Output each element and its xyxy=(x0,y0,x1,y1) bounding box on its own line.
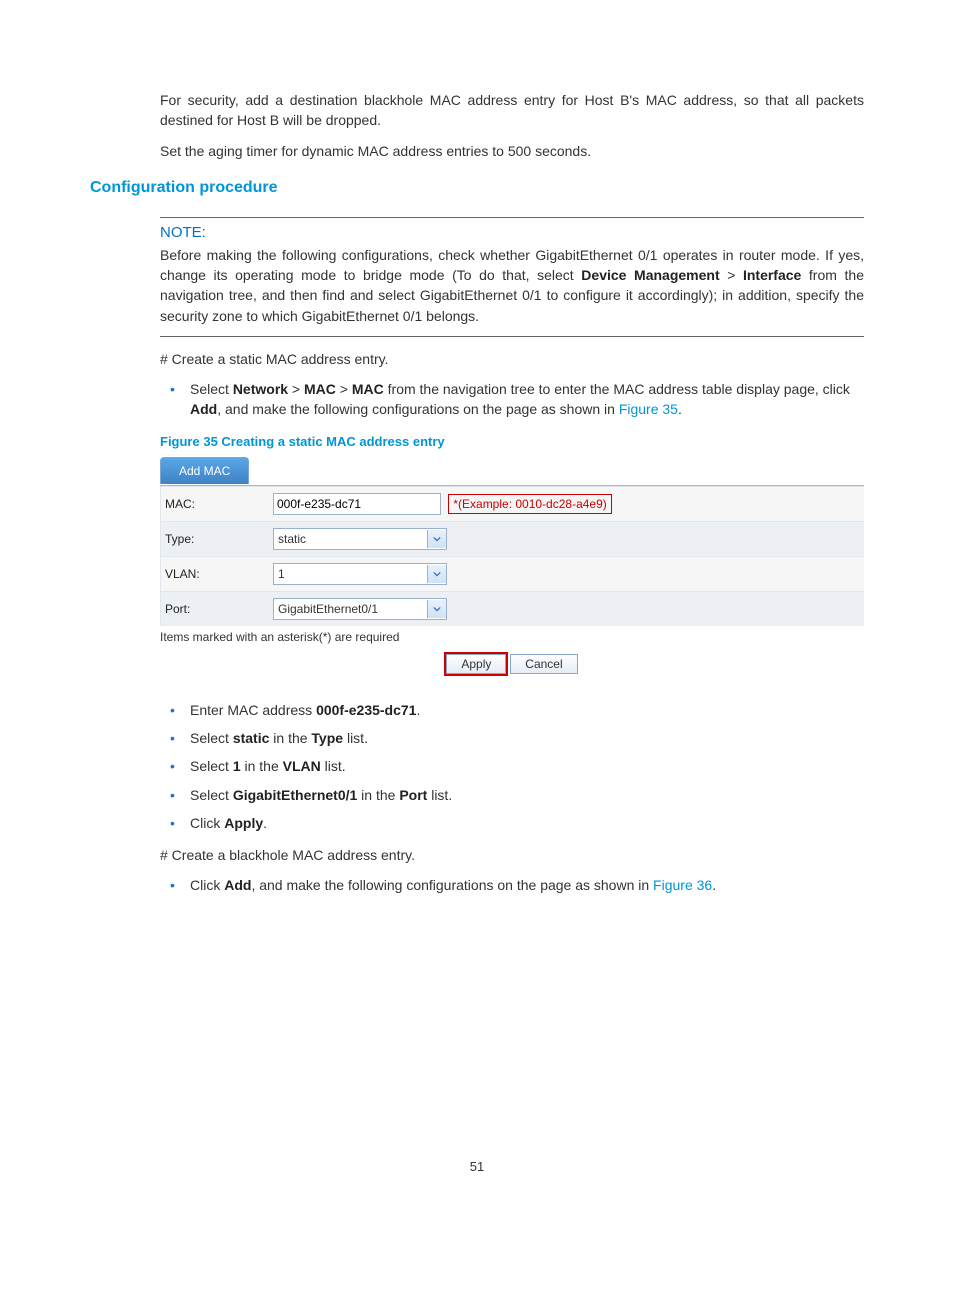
chevron-down-icon xyxy=(427,565,446,583)
step-create-static: # Create a static MAC address entry. xyxy=(160,351,864,367)
list-item: Select static in the Type list. xyxy=(160,724,864,752)
port-select[interactable]: GigabitEthernet0/1 xyxy=(273,598,447,620)
row-vlan: VLAN: 1 xyxy=(161,556,865,591)
vlan-label: VLAN: xyxy=(161,556,270,591)
mac-input[interactable] xyxy=(273,493,441,515)
section-heading: Configuration procedure xyxy=(90,179,864,197)
row-port: Port: GigabitEthernet0/1 xyxy=(161,591,865,626)
row-mac: MAC: *(Example: 0010-dc28-a4e9) xyxy=(161,486,865,521)
mac-label: MAC: xyxy=(161,486,270,521)
add-mac-form: Add MAC MAC: *(Example: 0010-dc28-a4e9) … xyxy=(160,455,864,678)
page-number: 51 xyxy=(90,1159,864,1174)
required-note: Items marked with an asterisk(*) are req… xyxy=(160,630,864,644)
row-type: Type: static xyxy=(161,521,865,556)
step-create-blackhole: # Create a blackhole MAC address entry. xyxy=(160,847,864,863)
note-body: Before making the following configuratio… xyxy=(160,245,864,326)
nav-instruction: Select Network > MAC > MAC from the navi… xyxy=(160,375,864,424)
list-item: Click Add, and make the following config… xyxy=(160,871,864,899)
list-item: Click Apply. xyxy=(160,809,864,837)
intro-paragraph-2: Set the aging timer for dynamic MAC addr… xyxy=(90,141,864,161)
type-select[interactable]: static xyxy=(273,528,447,550)
figure-36-link[interactable]: Figure 36 xyxy=(653,877,712,893)
note-box: NOTE: Before making the following config… xyxy=(160,217,864,337)
list-item: Select GigabitEthernet0/1 in the Port li… xyxy=(160,781,864,809)
figure-35-link[interactable]: Figure 35 xyxy=(619,401,678,417)
chevron-down-icon xyxy=(427,530,446,548)
tab-add-mac[interactable]: Add MAC xyxy=(160,457,249,484)
intro-paragraph-1: For security, add a destination blackhol… xyxy=(90,90,864,131)
chevron-down-icon xyxy=(427,600,446,618)
note-title: NOTE: xyxy=(160,224,864,241)
type-label: Type: xyxy=(161,521,270,556)
list-item: Enter MAC address 000f-e235-dc71. xyxy=(160,696,864,724)
mac-example: *(Example: 0010-dc28-a4e9) xyxy=(448,494,611,514)
apply-button[interactable]: Apply xyxy=(446,654,506,674)
cancel-button[interactable]: Cancel xyxy=(510,654,577,674)
figure-35-caption: Figure 35 Creating a static MAC address … xyxy=(160,434,864,449)
port-label: Port: xyxy=(161,591,270,626)
list-item: Select 1 in the VLAN list. xyxy=(160,752,864,780)
vlan-select[interactable]: 1 xyxy=(273,563,447,585)
